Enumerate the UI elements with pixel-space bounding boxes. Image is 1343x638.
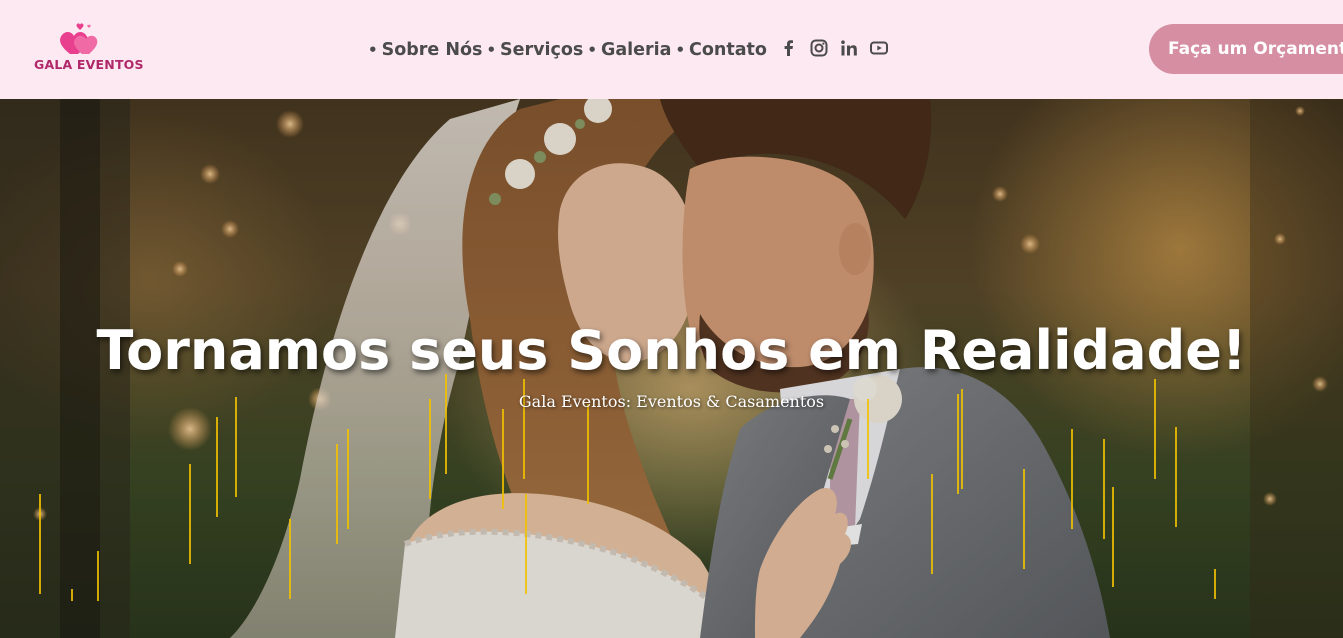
nav-item-sobre-nos[interactable]: Sobre Nós [382,40,483,60]
site-header: GALA EVENTOS • Sobre Nós • Serviços • Ga… [0,0,1343,99]
nav-item-galeria[interactable]: Galeria [601,40,671,60]
youtube-icon[interactable] [870,39,888,57]
hero-title: Tornamos seus Sonhos em Realidade! [96,319,1247,383]
quote-button[interactable]: Faça um Orçamento [1149,24,1343,74]
nav-item-contato[interactable]: Contato [689,40,767,60]
hearts-logo-icon [60,23,98,54]
linkedin-icon[interactable] [840,39,858,57]
nav-bullet: • [587,41,597,59]
hero-section: Tornamos seus Sonhos em Realidade! Gala … [0,99,1343,638]
nav-bullet: • [368,41,378,59]
social-links [780,36,888,60]
nav-bullet: • [486,41,497,59]
instagram-icon[interactable] [810,39,828,57]
logo-text: GALA EVENTOS [34,57,144,72]
main-nav: • Sobre Nós • Serviços • Galeria • Conta… [368,36,771,64]
nav-bullet: • [675,41,686,59]
nav-item-servicos[interactable]: Serviços [500,40,583,60]
logo[interactable]: GALA EVENTOS [30,20,144,75]
facebook-icon[interactable] [780,39,798,57]
hero-subtitle: Gala Eventos: Eventos & Casamentos [518,392,825,411]
